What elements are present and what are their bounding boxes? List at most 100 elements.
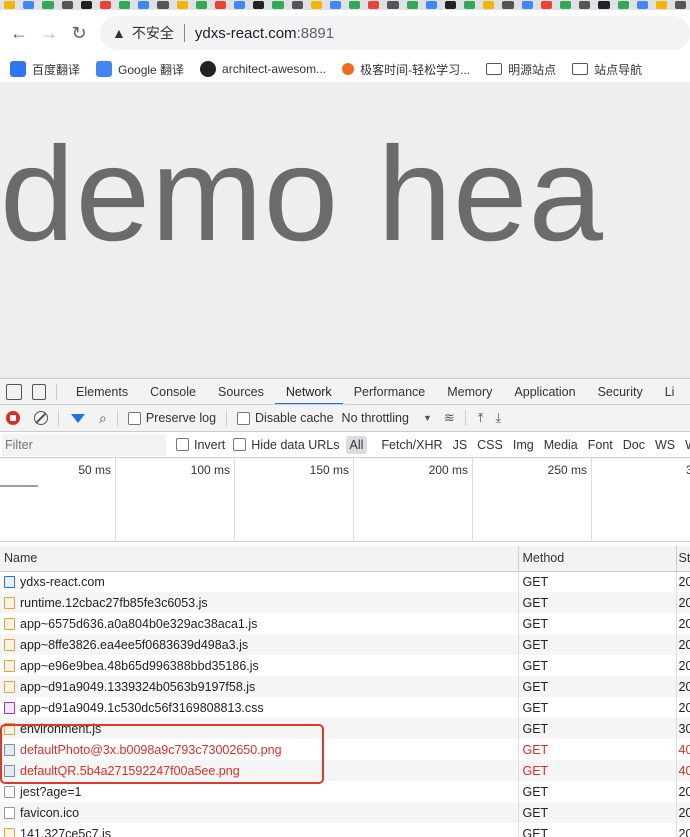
browser-tab[interactable] <box>291 1 303 9</box>
browser-tab[interactable] <box>42 1 54 9</box>
disable-cache-checkbox[interactable]: Disable cache <box>237 411 334 425</box>
browser-tab[interactable] <box>157 1 169 9</box>
record-button[interactable] <box>6 411 20 425</box>
browser-tab[interactable] <box>483 1 495 9</box>
filter-type-font[interactable]: Font <box>584 436 617 454</box>
filter-icon[interactable] <box>71 413 85 423</box>
inspect-element-icon[interactable] <box>6 383 22 400</box>
request-name-cell[interactable]: environment.js <box>0 718 519 739</box>
request-name-cell[interactable]: favicon.ico <box>0 802 519 823</box>
browser-tab[interactable] <box>80 1 92 9</box>
tab-memory[interactable]: Memory <box>436 379 503 404</box>
browser-tab[interactable] <box>272 1 284 9</box>
browser-tab[interactable] <box>425 1 437 9</box>
browser-tab[interactable] <box>195 1 207 9</box>
filter-type-fetchxhr[interactable]: Fetch/XHR <box>377 436 446 454</box>
browser-tab[interactable] <box>444 1 457 9</box>
filter-type-all[interactable]: All <box>345 435 368 454</box>
network-overview-timeline[interactable]: 50 ms100 ms150 ms200 ms250 ms300 <box>0 458 690 542</box>
bookmark-item[interactable]: architect-awesom... <box>200 61 326 77</box>
column-header-method[interactable]: Method <box>518 546 677 572</box>
browser-tab[interactable] <box>521 1 533 9</box>
browser-tab[interactable] <box>464 1 476 9</box>
table-row[interactable]: app~e96e9bea.48b65d996388bbd35186.js GET 2… <box>0 655 690 676</box>
tab-elements[interactable]: Elements <box>65 379 139 404</box>
browser-tab[interactable] <box>23 1 35 9</box>
table-row[interactable]: favicon.ico GET20 <box>0 802 690 823</box>
table-row[interactable]: environment.js GET30 <box>0 718 690 739</box>
request-name-cell[interactable]: app~d91a9049.1339324b0563b9197f58.js <box>0 676 519 697</box>
tab-security[interactable]: Security <box>587 379 654 404</box>
browser-tab[interactable] <box>636 1 648 9</box>
browser-tab[interactable] <box>349 1 361 9</box>
table-row[interactable]: defaultQR.5b4a271592247f00a5ee.png GET40 <box>0 760 690 781</box>
table-row[interactable]: runtime.12cbac27fb85fe3c6053.js GET20 <box>0 592 690 613</box>
network-conditions-icon[interactable]: ≋ <box>444 410 455 426</box>
request-name-cell[interactable]: defaultPhoto@3x.b0098a9c793c73002650.png <box>0 739 519 760</box>
browser-tab[interactable] <box>617 1 629 9</box>
tab-li[interactable]: Li <box>654 379 686 404</box>
request-name-cell[interactable]: app~e96e9bea.48b65d996388bbd35186.js <box>0 655 519 676</box>
table-row[interactable]: app~d91a9049.1c530dc56f3169808813.css GET… <box>0 697 690 718</box>
request-name-cell[interactable]: app~6575d636.a0a804b0e329ac38aca1.js <box>0 613 519 634</box>
browser-tab[interactable] <box>99 1 112 9</box>
table-row[interactable]: app~6575d636.a0a804b0e329ac38aca1.js GET 2… <box>0 613 690 634</box>
browser-tab[interactable] <box>176 1 188 9</box>
chevron-down-icon[interactable]: ▼ <box>423 413 432 423</box>
checkbox[interactable] <box>127 411 141 425</box>
table-row[interactable]: defaultPhoto@3x.b0098a9c793c73002650.png… <box>0 739 690 760</box>
table-row[interactable]: ydxs-react.com GET20 <box>0 571 690 592</box>
browser-tab[interactable] <box>4 1 16 9</box>
request-name-cell[interactable]: ydxs-react.com <box>0 571 519 592</box>
filter-type-img[interactable]: Img <box>509 436 538 454</box>
browser-tab[interactable] <box>675 1 687 9</box>
throttling-select[interactable]: No throttling <box>342 411 409 425</box>
reload-button[interactable]: ↻ <box>64 18 94 48</box>
filter-type-css[interactable]: CSS <box>473 436 507 454</box>
browser-tab[interactable] <box>329 1 342 9</box>
browser-tab[interactable] <box>559 1 572 9</box>
checkbox[interactable] <box>233 438 247 451</box>
browser-tab[interactable] <box>234 1 246 9</box>
tab-network[interactable]: Network <box>274 379 343 404</box>
import-har-icon[interactable]: ⤒ <box>478 410 484 426</box>
bookmark-item[interactable]: 百度翻译 <box>10 61 80 78</box>
checkbox[interactable] <box>237 411 251 425</box>
request-name-cell[interactable]: jest?age=1 <box>0 781 519 802</box>
tab-sources[interactable]: Sources <box>207 379 275 404</box>
request-name-cell[interactable]: 141.327ce5c7.js <box>0 823 519 837</box>
browser-tab[interactable] <box>253 1 265 9</box>
filter-type-was[interactable]: Was <box>681 436 690 454</box>
browser-tab[interactable] <box>368 1 380 9</box>
browser-tab[interactable] <box>61 1 73 9</box>
request-name-cell[interactable]: defaultQR.5b4a271592247f00a5ee.png <box>0 760 519 781</box>
hide-data-urls-checkbox[interactable]: Hide data URLs <box>233 438 340 452</box>
browser-tab[interactable] <box>579 1 591 9</box>
browser-tab[interactable] <box>406 1 418 9</box>
table-row[interactable]: app~d91a9049.1339324b0563b9197f58.js GET 2… <box>0 676 690 697</box>
filter-input[interactable] <box>2 433 166 456</box>
bookmark-item[interactable]: 明源站点 <box>486 61 556 78</box>
browser-tab[interactable] <box>655 1 668 9</box>
browser-tab-strip[interactable] <box>0 0 690 10</box>
table-row[interactable]: jest?age=1 GET20 <box>0 781 690 802</box>
browser-tab[interactable] <box>214 1 227 9</box>
request-name-cell[interactable]: app~8ffe3826.ea4ee5f0683639d498a3.js <box>0 634 519 655</box>
tab-application[interactable]: Application <box>503 379 586 404</box>
request-name-cell[interactable]: runtime.12cbac27fb85fe3c6053.js <box>0 592 519 613</box>
browser-tab[interactable] <box>387 1 399 9</box>
browser-tab[interactable] <box>119 1 131 9</box>
search-icon[interactable]: ⌕ <box>99 410 107 427</box>
browser-tab[interactable] <box>310 1 322 9</box>
tab-console[interactable]: Console <box>139 379 207 404</box>
bookmark-item[interactable]: 站点导航 <box>572 61 642 78</box>
browser-tab[interactable] <box>502 1 514 9</box>
filter-type-js[interactable]: JS <box>449 436 472 454</box>
invert-checkbox[interactable]: Invert <box>176 438 225 452</box>
browser-tab[interactable] <box>138 1 150 9</box>
table-row[interactable]: app~8ffe3826.ea4ee5f0683639d498a3.js GET 2… <box>0 634 690 655</box>
browser-tab[interactable] <box>540 1 552 9</box>
table-row[interactable]: 141.327ce5c7.js GET20 <box>0 823 690 837</box>
filter-type-doc[interactable]: Doc <box>619 436 649 454</box>
filter-type-media[interactable]: Media <box>540 436 582 454</box>
